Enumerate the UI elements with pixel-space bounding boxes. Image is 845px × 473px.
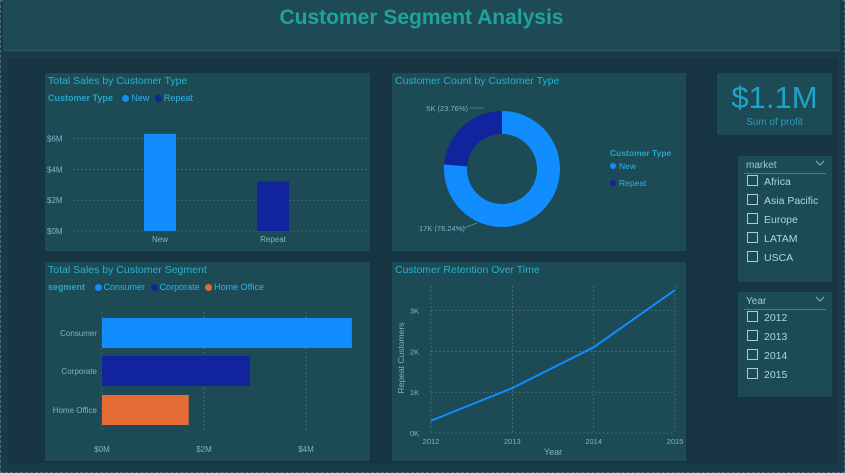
bar-consumer bbox=[102, 318, 352, 348]
slicer-item-europe[interactable]: Europe bbox=[747, 213, 798, 227]
bar-home-office bbox=[102, 395, 189, 425]
y-tick-label: $2M bbox=[47, 196, 63, 205]
slicer-divider bbox=[744, 309, 826, 310]
checkbox[interactable] bbox=[747, 330, 758, 341]
year-slicer[interactable]: Year 2012 2013 2014 2015 bbox=[738, 292, 832, 397]
kpi-label: Sum of profit bbox=[746, 117, 803, 128]
slicer-item-2012[interactable]: 2012 bbox=[747, 311, 787, 325]
x-tick-label: 2012 bbox=[423, 437, 440, 446]
checkbox[interactable] bbox=[747, 194, 758, 205]
bar-new bbox=[144, 133, 176, 231]
slicer-item-2015[interactable]: 2015 bbox=[747, 368, 787, 382]
x-tick-label: Repeat bbox=[260, 235, 287, 244]
x-tick-label: $0M bbox=[94, 445, 110, 454]
x-tick-label: $4M bbox=[298, 445, 314, 454]
y-tick-label: 1K bbox=[410, 388, 419, 397]
slicer-item-africa[interactable]: Africa bbox=[747, 175, 791, 189]
slicer-item-latam[interactable]: LATAM bbox=[747, 232, 797, 246]
slice-repeat bbox=[444, 111, 502, 167]
x-tick-label: 2013 bbox=[504, 437, 521, 446]
data-label-repeat: 5K (23.76%) bbox=[426, 104, 468, 113]
slicer-item-label: Europe bbox=[764, 214, 798, 226]
chevron-down-icon[interactable] bbox=[816, 159, 824, 167]
x-tick-label: 2014 bbox=[585, 437, 602, 446]
slicer-divider bbox=[744, 173, 826, 174]
x-tick-label: 2015 bbox=[667, 437, 684, 446]
report-header: Customer Segment Analysis bbox=[3, 0, 840, 51]
y-tick-label: 3K bbox=[410, 307, 419, 316]
slicer-item-label: 2012 bbox=[764, 312, 788, 324]
checkbox[interactable] bbox=[747, 251, 758, 262]
slicer-item-2014[interactable]: 2014 bbox=[747, 349, 787, 363]
y-tick-label: 0K bbox=[410, 429, 419, 438]
slicer-item-label: 2013 bbox=[764, 331, 788, 343]
checkbox[interactable] bbox=[747, 213, 758, 224]
legend-dot-repeat bbox=[610, 180, 616, 186]
slicer-title: market bbox=[746, 160, 777, 171]
checkbox[interactable] bbox=[747, 349, 758, 360]
y-tick-label: Corporate bbox=[61, 367, 97, 376]
sales-by-segment-visual[interactable]: Total Sales by Customer Segment segment … bbox=[45, 262, 370, 461]
slicer-item-label: Asia Pacific bbox=[764, 195, 819, 207]
legend-item-repeat: Repeat bbox=[619, 178, 647, 188]
slicer-item-label: USCA bbox=[764, 252, 794, 264]
slicer-item-label: 2014 bbox=[764, 350, 788, 362]
x-tick-label: $2M bbox=[196, 445, 212, 454]
slicer-item-2013[interactable]: 2013 bbox=[747, 330, 787, 344]
count-by-type-donut: 5K (23.76%) 17K (76.24%) Customer Type New R… bbox=[419, 104, 672, 233]
legend-title: Customer Type bbox=[610, 148, 672, 158]
label-leader-line bbox=[463, 222, 478, 229]
slicer-item-label: Africa bbox=[764, 176, 791, 188]
x-axis-title: Year bbox=[544, 447, 562, 457]
y-axis-title: Repeat Customers bbox=[396, 323, 406, 394]
retention-line-chart: 0K 1K 2K 3K 2012 2013 2014 2015 Year Repeat Custo… bbox=[396, 286, 684, 457]
bar-repeat bbox=[257, 181, 289, 231]
profit-kpi-card[interactable]: $1.1M Sum of profit bbox=[717, 73, 832, 135]
checkbox[interactable] bbox=[747, 232, 758, 243]
series-line-repeat-customers bbox=[430, 289, 676, 422]
data-label-new: 17K (76.24%) bbox=[419, 224, 465, 233]
retention-visual[interactable]: Customer Retention Over Time 0K 1K 2K 3K 201… bbox=[392, 262, 686, 461]
kpi-value: $1.1M bbox=[731, 80, 818, 115]
y-tick-label: 2K bbox=[410, 347, 419, 356]
y-tick-label: $4M bbox=[47, 165, 63, 174]
y-tick-label: Consumer bbox=[60, 329, 97, 338]
slicer-item-label: LATAM bbox=[764, 233, 798, 245]
count-by-type-visual[interactable]: Customer Count by Customer Type 5K (23.7… bbox=[392, 73, 686, 251]
y-tick-label: Home Office bbox=[53, 406, 98, 415]
legend-dot-new bbox=[610, 163, 616, 169]
slicer-item-asia-pacific[interactable]: Asia Pacific bbox=[747, 194, 818, 208]
checkbox[interactable] bbox=[747, 368, 758, 379]
market-slicer[interactable]: market Africa Asia Pacific Europe LATAM … bbox=[738, 156, 832, 282]
checkbox[interactable] bbox=[747, 175, 758, 186]
slicer-item-label: 2015 bbox=[764, 369, 788, 381]
y-tick-label: $0M bbox=[47, 227, 63, 236]
legend-item-new: New bbox=[619, 161, 637, 171]
chevron-down-icon[interactable] bbox=[816, 295, 824, 303]
checkbox[interactable] bbox=[747, 311, 758, 322]
slicer-item-usca[interactable]: USCA bbox=[747, 251, 793, 265]
x-tick-label: New bbox=[152, 235, 168, 244]
bar-corporate bbox=[102, 356, 250, 386]
slicer-title: Year bbox=[746, 296, 767, 307]
page-title: Customer Segment Analysis bbox=[279, 6, 564, 29]
sales-by-type-visual[interactable]: Total Sales by Customer Type Customer Ty… bbox=[45, 73, 370, 251]
sales-by-type-chart: $0M $2M $4M $6M New Repeat bbox=[47, 133, 367, 244]
y-tick-label: $6M bbox=[47, 134, 63, 143]
sales-by-segment-chart: $0M $2M $4M Consumer Corporate Home Office bbox=[53, 312, 352, 454]
